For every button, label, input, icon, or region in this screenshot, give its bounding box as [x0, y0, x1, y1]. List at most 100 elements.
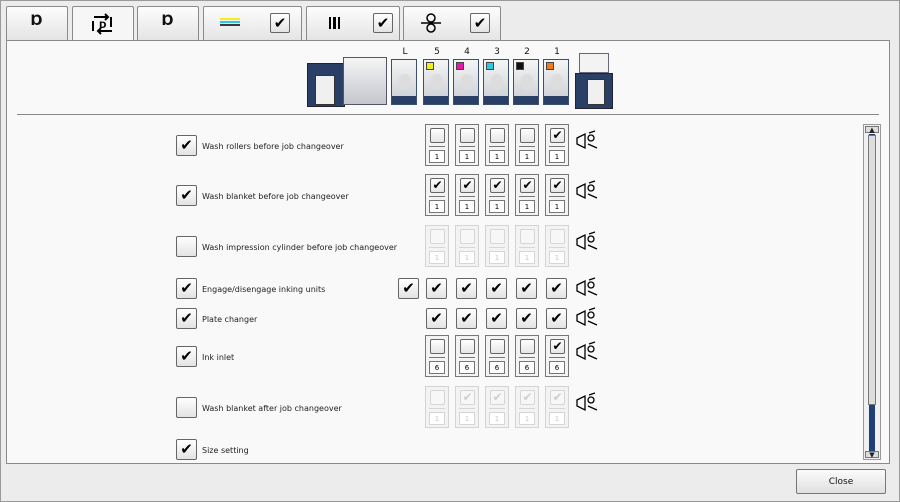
press-unit-3: 3 [483, 47, 511, 105]
tab-rollers[interactable]: ✔ [403, 6, 501, 40]
unit-checkbox[interactable]: ✔ [550, 339, 565, 354]
row-checkbox[interactable]: ✔ [176, 308, 197, 329]
unit-value-field[interactable]: 6 [519, 361, 535, 374]
unit-value-field[interactable]: 1 [459, 150, 475, 163]
unit-checkbox[interactable] [520, 128, 535, 143]
unit-checkbox[interactable]: ✔ [550, 128, 565, 143]
unit-cell: ✔ 1 [485, 386, 509, 428]
tab-rollers-checkbox[interactable]: ✔ [470, 13, 490, 33]
unit-base [514, 96, 538, 104]
row-checkbox[interactable]: ✔ [176, 135, 197, 156]
unit-checkbox: ✔ [460, 390, 475, 405]
wash-rollers-icon [576, 130, 598, 150]
vertical-scrollbar[interactable]: ▲ ▼ [863, 124, 881, 460]
unit-value-field[interactable]: 6 [429, 361, 445, 374]
row-checkbox[interactable] [176, 397, 197, 418]
unit-checkbox[interactable]: ✔ [546, 278, 567, 299]
unit-value-field: 1 [489, 251, 505, 264]
unit-checkbox[interactable]: ✔ [430, 178, 445, 193]
unit-checkbox[interactable]: ✔ [426, 278, 447, 299]
cell-divider [459, 408, 475, 409]
unit-checkbox[interactable]: ✔ [426, 308, 447, 329]
unit-checkbox[interactable]: ✔ [546, 308, 567, 329]
unit-value-field[interactable]: 1 [429, 150, 445, 163]
unit-value-field[interactable]: 1 [429, 200, 445, 213]
unit-checkbox[interactable]: ✔ [520, 178, 535, 193]
printing-unit [483, 59, 509, 105]
unit-checkbox[interactable] [430, 128, 445, 143]
inking-unit-icon [576, 277, 598, 297]
unit-checkbox[interactable]: ✔ [460, 178, 475, 193]
unit-checkbox [430, 390, 445, 405]
press-unit-label: L [402, 47, 408, 57]
unit-checkbox[interactable]: ✔ [516, 278, 537, 299]
unit-cell: 1 [485, 225, 509, 267]
tab-plates-checkbox[interactable]: ✔ [373, 13, 393, 33]
unit-value-field[interactable]: 1 [489, 200, 505, 213]
unit-value-field[interactable]: 1 [459, 200, 475, 213]
unit-base [424, 96, 448, 104]
cell-divider [519, 247, 535, 248]
unit-checkbox[interactable]: ✔ [486, 308, 507, 329]
unit-checkbox[interactable]: ✔ [456, 278, 477, 299]
unit-value-field[interactable]: 1 [519, 200, 535, 213]
scroll-thumb[interactable] [868, 135, 876, 405]
unit-cell: 1 [425, 386, 449, 428]
unit-cell: 1 [455, 124, 479, 166]
unit-checkbox[interactable] [490, 128, 505, 143]
tab-ink-units[interactable]: Ɒ [6, 6, 68, 40]
row-checkbox[interactable]: ✔ [176, 185, 197, 206]
scroll-down-button[interactable]: ▼ [865, 451, 879, 459]
press-unit-5: 5 [423, 47, 451, 105]
unit-checkbox[interactable]: ✔ [550, 178, 565, 193]
unit-value-field[interactable]: 1 [549, 200, 565, 213]
tab-ink-units-2[interactable]: Ɒ [137, 6, 199, 40]
cell-divider [489, 357, 505, 358]
tab-plates[interactable]: ✔ [306, 6, 400, 40]
unit-checkbox[interactable] [460, 128, 475, 143]
printing-unit [453, 59, 479, 105]
unit-checkbox[interactable] [490, 339, 505, 354]
unit-cell: ✔ 1 [515, 174, 539, 216]
unit-value-field: 1 [429, 412, 445, 425]
unit-cylinder [431, 74, 443, 90]
unit-checkbox[interactable]: ✔ [456, 308, 477, 329]
unit-value-field[interactable]: 1 [519, 150, 535, 163]
tab-ink-lines[interactable]: ✔ [203, 6, 302, 40]
close-button[interactable]: Close [796, 469, 886, 494]
unit-cell: ✔ 1 [455, 386, 479, 428]
unit-value-field[interactable]: 6 [549, 361, 565, 374]
unit-value-field[interactable]: 1 [549, 150, 565, 163]
unit-checkbox[interactable]: ✔ [486, 278, 507, 299]
ink-color-swatch [456, 62, 464, 70]
row-checkbox[interactable]: ✔ [176, 278, 197, 299]
row-checkbox[interactable]: ✔ [176, 346, 197, 367]
unit-value-field[interactable]: 6 [459, 361, 475, 374]
plate-icon [329, 17, 340, 29]
cell-divider [489, 408, 505, 409]
unit-checkbox[interactable]: ✔ [490, 178, 505, 193]
unit-checkbox[interactable] [520, 339, 535, 354]
scroll-up-button[interactable]: ▲ [865, 126, 879, 134]
roller-icon [421, 13, 441, 33]
unit-checkbox[interactable] [430, 339, 445, 354]
printing-unit [423, 59, 449, 105]
wash-blanket-after-icon [576, 392, 598, 412]
cell-divider [549, 357, 565, 358]
unit-checkbox[interactable]: ✔ [398, 278, 419, 299]
unit-checkbox[interactable] [460, 339, 475, 354]
row-checkbox[interactable]: ✔ [176, 439, 197, 460]
unit-cell: ✔ 1 [425, 174, 449, 216]
printing-unit [391, 59, 417, 105]
unit-base [544, 96, 568, 104]
row-checkbox[interactable] [176, 236, 197, 257]
cell-divider [519, 408, 535, 409]
unit-checkbox[interactable]: ✔ [516, 308, 537, 329]
press-unit-label: 2 [524, 47, 530, 57]
unit-value-field[interactable]: 1 [489, 150, 505, 163]
press-unit-label: 4 [464, 47, 470, 57]
unit-value-field[interactable]: 6 [489, 361, 505, 374]
row-label: Wash blanket after job changeover [202, 404, 342, 413]
tab-job-changeover[interactable]: D [72, 6, 134, 42]
tab-ink-lines-checkbox[interactable]: ✔ [270, 13, 290, 33]
